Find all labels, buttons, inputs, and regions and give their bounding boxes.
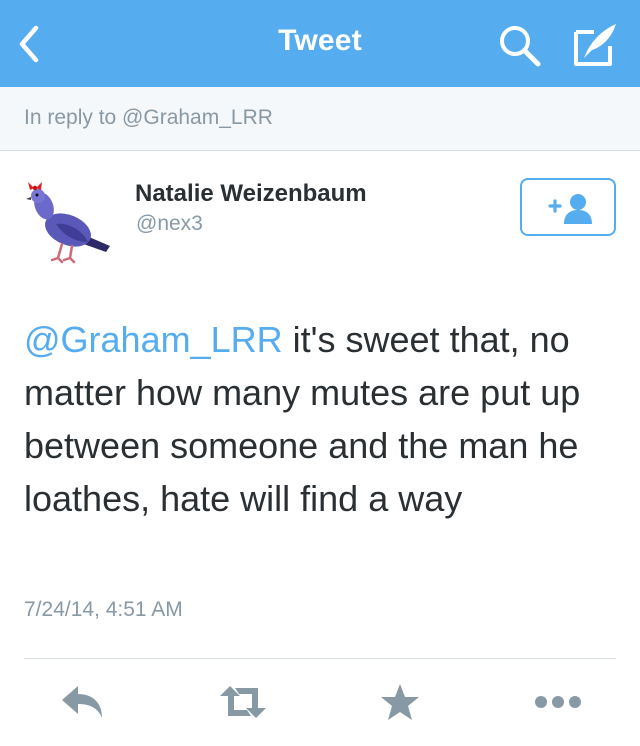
search-icon: [500, 26, 541, 67]
more-options-icon: [535, 696, 581, 708]
divider: [24, 658, 616, 659]
author-handle[interactable]: @nex3: [136, 212, 203, 236]
avatar[interactable]: [22, 176, 116, 270]
tweet-text: @Graham_LRR it's sweet that, no matter h…: [24, 313, 624, 525]
retweet-button[interactable]: [217, 682, 269, 722]
retweet-icon: [220, 686, 266, 718]
reply-context-text[interactable]: In reply to @Graham_LRR: [24, 106, 273, 130]
add-user-icon: [548, 194, 592, 224]
follow-button[interactable]: [520, 178, 616, 236]
reply-context-bar: In reply to @Graham_LRR: [0, 87, 640, 151]
page-title: Tweet: [278, 24, 362, 57]
navigation-bar: Tweet: [0, 0, 640, 87]
back-arrow-icon: [19, 25, 39, 63]
compose-button[interactable]: [570, 20, 620, 68]
more-options-button[interactable]: [532, 682, 584, 722]
back-button[interactable]: [14, 22, 54, 66]
reply-icon: [62, 686, 102, 718]
tweet-mention-link[interactable]: @Graham_LRR: [24, 319, 283, 360]
tweet-timestamp: 7/24/14, 4:51 AM: [24, 598, 183, 621]
favorite-button[interactable]: [378, 682, 422, 722]
author-name[interactable]: Natalie Weizenbaum: [135, 180, 367, 208]
favorite-star-icon: [381, 684, 419, 720]
search-button[interactable]: [496, 22, 544, 68]
pigeon-avatar-icon: [26, 182, 110, 264]
reply-button[interactable]: [58, 682, 106, 722]
compose-icon: [574, 24, 616, 66]
